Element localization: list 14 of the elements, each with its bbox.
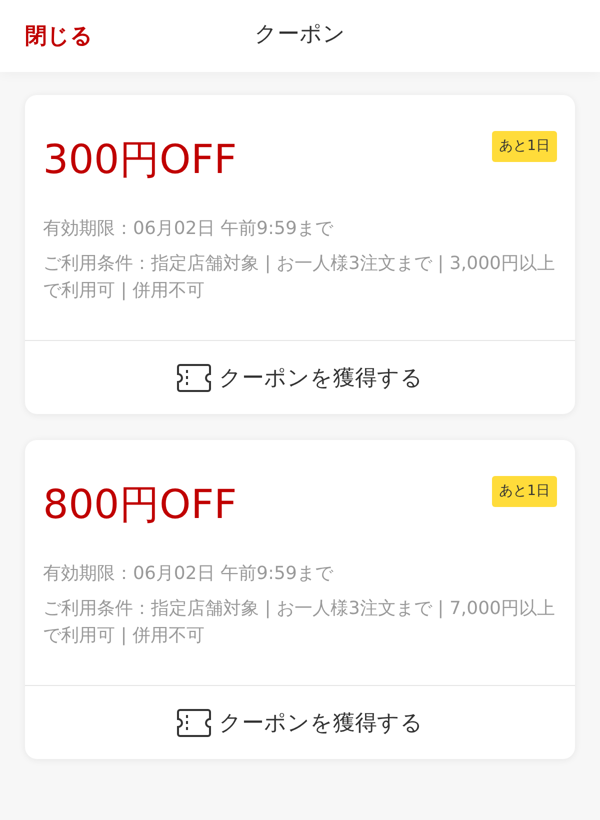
close-button[interactable]: 閉じる	[25, 22, 93, 52]
ticket-icon	[177, 364, 211, 392]
ticket-icon	[177, 708, 211, 736]
expiry-text: 有効期限：06月02日 午前9:59まで	[43, 217, 334, 241]
page-title: クーポン	[254, 21, 346, 49]
days-left-badge: あと1日	[492, 131, 557, 162]
expiry-text: 有効期限：06月02日 午前9:59まで	[43, 562, 334, 586]
conditions-text: ご利用条件：指定店舗対象 | お一人様3注文まで | 3,000円以上で利用可 | 併用不可	[43, 252, 556, 303]
discount-amount: 800円OFF	[43, 481, 237, 529]
get-coupon-button[interactable]: クーポンを獲得する	[25, 686, 575, 759]
days-left-badge: あと1日	[492, 476, 557, 507]
get-coupon-button[interactable]: クーポンを獲得する	[25, 341, 575, 414]
conditions-text: ご利用条件：指定店舗対象 | お一人様3注文まで | 7,000円以上で利用可 | 併用不可	[43, 597, 556, 648]
discount-amount: 300円OFF	[43, 136, 237, 184]
